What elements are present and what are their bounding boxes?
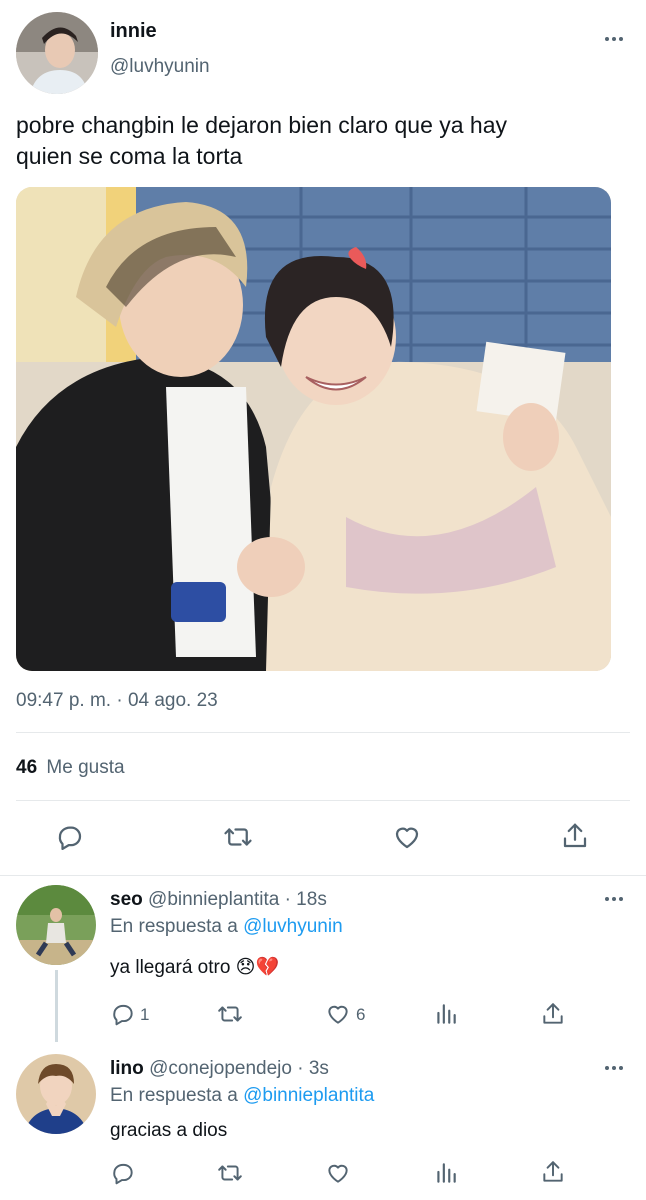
retweet-icon[interactable] bbox=[222, 822, 254, 852]
reply-avatar[interactable] bbox=[16, 885, 96, 965]
reply-time[interactable]: · 3s bbox=[297, 1058, 329, 1079]
section-separator bbox=[0, 875, 646, 876]
share-icon[interactable] bbox=[540, 1158, 566, 1186]
analytics-icon[interactable] bbox=[433, 1001, 459, 1027]
retweet-icon[interactable] bbox=[216, 1160, 244, 1186]
reply-count: 1 bbox=[140, 1005, 150, 1024]
like-icon[interactable] bbox=[325, 1160, 351, 1186]
reply-context-link[interactable]: @binnieplantita bbox=[243, 1085, 374, 1106]
thread-line bbox=[55, 970, 58, 1042]
reply-display-name[interactable]: seo bbox=[110, 889, 143, 910]
reply-icon[interactable] bbox=[55, 822, 85, 852]
reply-handle[interactable]: @binnieplantita bbox=[148, 889, 279, 910]
reply-avatar[interactable] bbox=[16, 1054, 96, 1134]
reply-context-prefix: En respuesta a bbox=[110, 916, 238, 937]
like-icon[interactable] bbox=[325, 1001, 351, 1027]
reply-context: En respuesta a @binnieplantita bbox=[110, 1085, 374, 1107]
reply-icon[interactable] bbox=[110, 1001, 136, 1027]
share-icon[interactable] bbox=[540, 1000, 566, 1028]
reply-context-prefix: En respuesta a bbox=[110, 1085, 238, 1106]
reply-handle[interactable]: @conejopendejo bbox=[149, 1058, 292, 1079]
retweet-icon[interactable] bbox=[216, 1001, 244, 1027]
likes-summary[interactable]: 46 Me gusta bbox=[16, 757, 125, 779]
more-icon[interactable] bbox=[605, 1066, 623, 1070]
likes-count: 46 bbox=[16, 757, 38, 778]
tweet-timestamp[interactable]: 09:47 p. m. · 04 ago. 23 bbox=[16, 690, 218, 712]
reply-display-name[interactable]: lino bbox=[110, 1058, 144, 1079]
more-icon[interactable] bbox=[605, 897, 623, 901]
reply-icon[interactable] bbox=[110, 1160, 136, 1186]
reply-header: lino @conejopendejo · 3s bbox=[110, 1058, 329, 1080]
divider bbox=[16, 800, 630, 801]
reply-time[interactable]: · 18s bbox=[285, 889, 327, 910]
reply-text: ya llegará otro 😞💔 bbox=[110, 957, 280, 978]
author-avatar[interactable] bbox=[16, 12, 98, 94]
tweet-text: pobre changbin le dejaron bien claro que… bbox=[16, 110, 630, 172]
share-icon[interactable] bbox=[560, 820, 590, 852]
reply-context: En respuesta a @luvhyunin bbox=[110, 916, 343, 938]
tweet-text-line-1: pobre changbin le dejaron bien claro que… bbox=[16, 112, 508, 138]
author-handle[interactable]: @luvhyunin bbox=[110, 56, 210, 78]
like-icon[interactable] bbox=[392, 822, 422, 852]
like-count: 6 bbox=[356, 1005, 366, 1024]
reply-text: gracias a dios bbox=[110, 1120, 228, 1141]
likes-label: Me gusta bbox=[46, 757, 125, 778]
reply-context-link[interactable]: @luvhyunin bbox=[243, 916, 343, 937]
tweet-text-line-2: quien se coma la torta bbox=[16, 143, 243, 169]
author-display-name[interactable]: innie bbox=[110, 20, 157, 43]
analytics-icon[interactable] bbox=[433, 1160, 459, 1186]
tweet-photo[interactable] bbox=[16, 187, 611, 671]
divider bbox=[16, 732, 630, 733]
more-icon[interactable] bbox=[605, 37, 623, 41]
reply-header: seo @binnieplantita · 18s bbox=[110, 889, 327, 911]
